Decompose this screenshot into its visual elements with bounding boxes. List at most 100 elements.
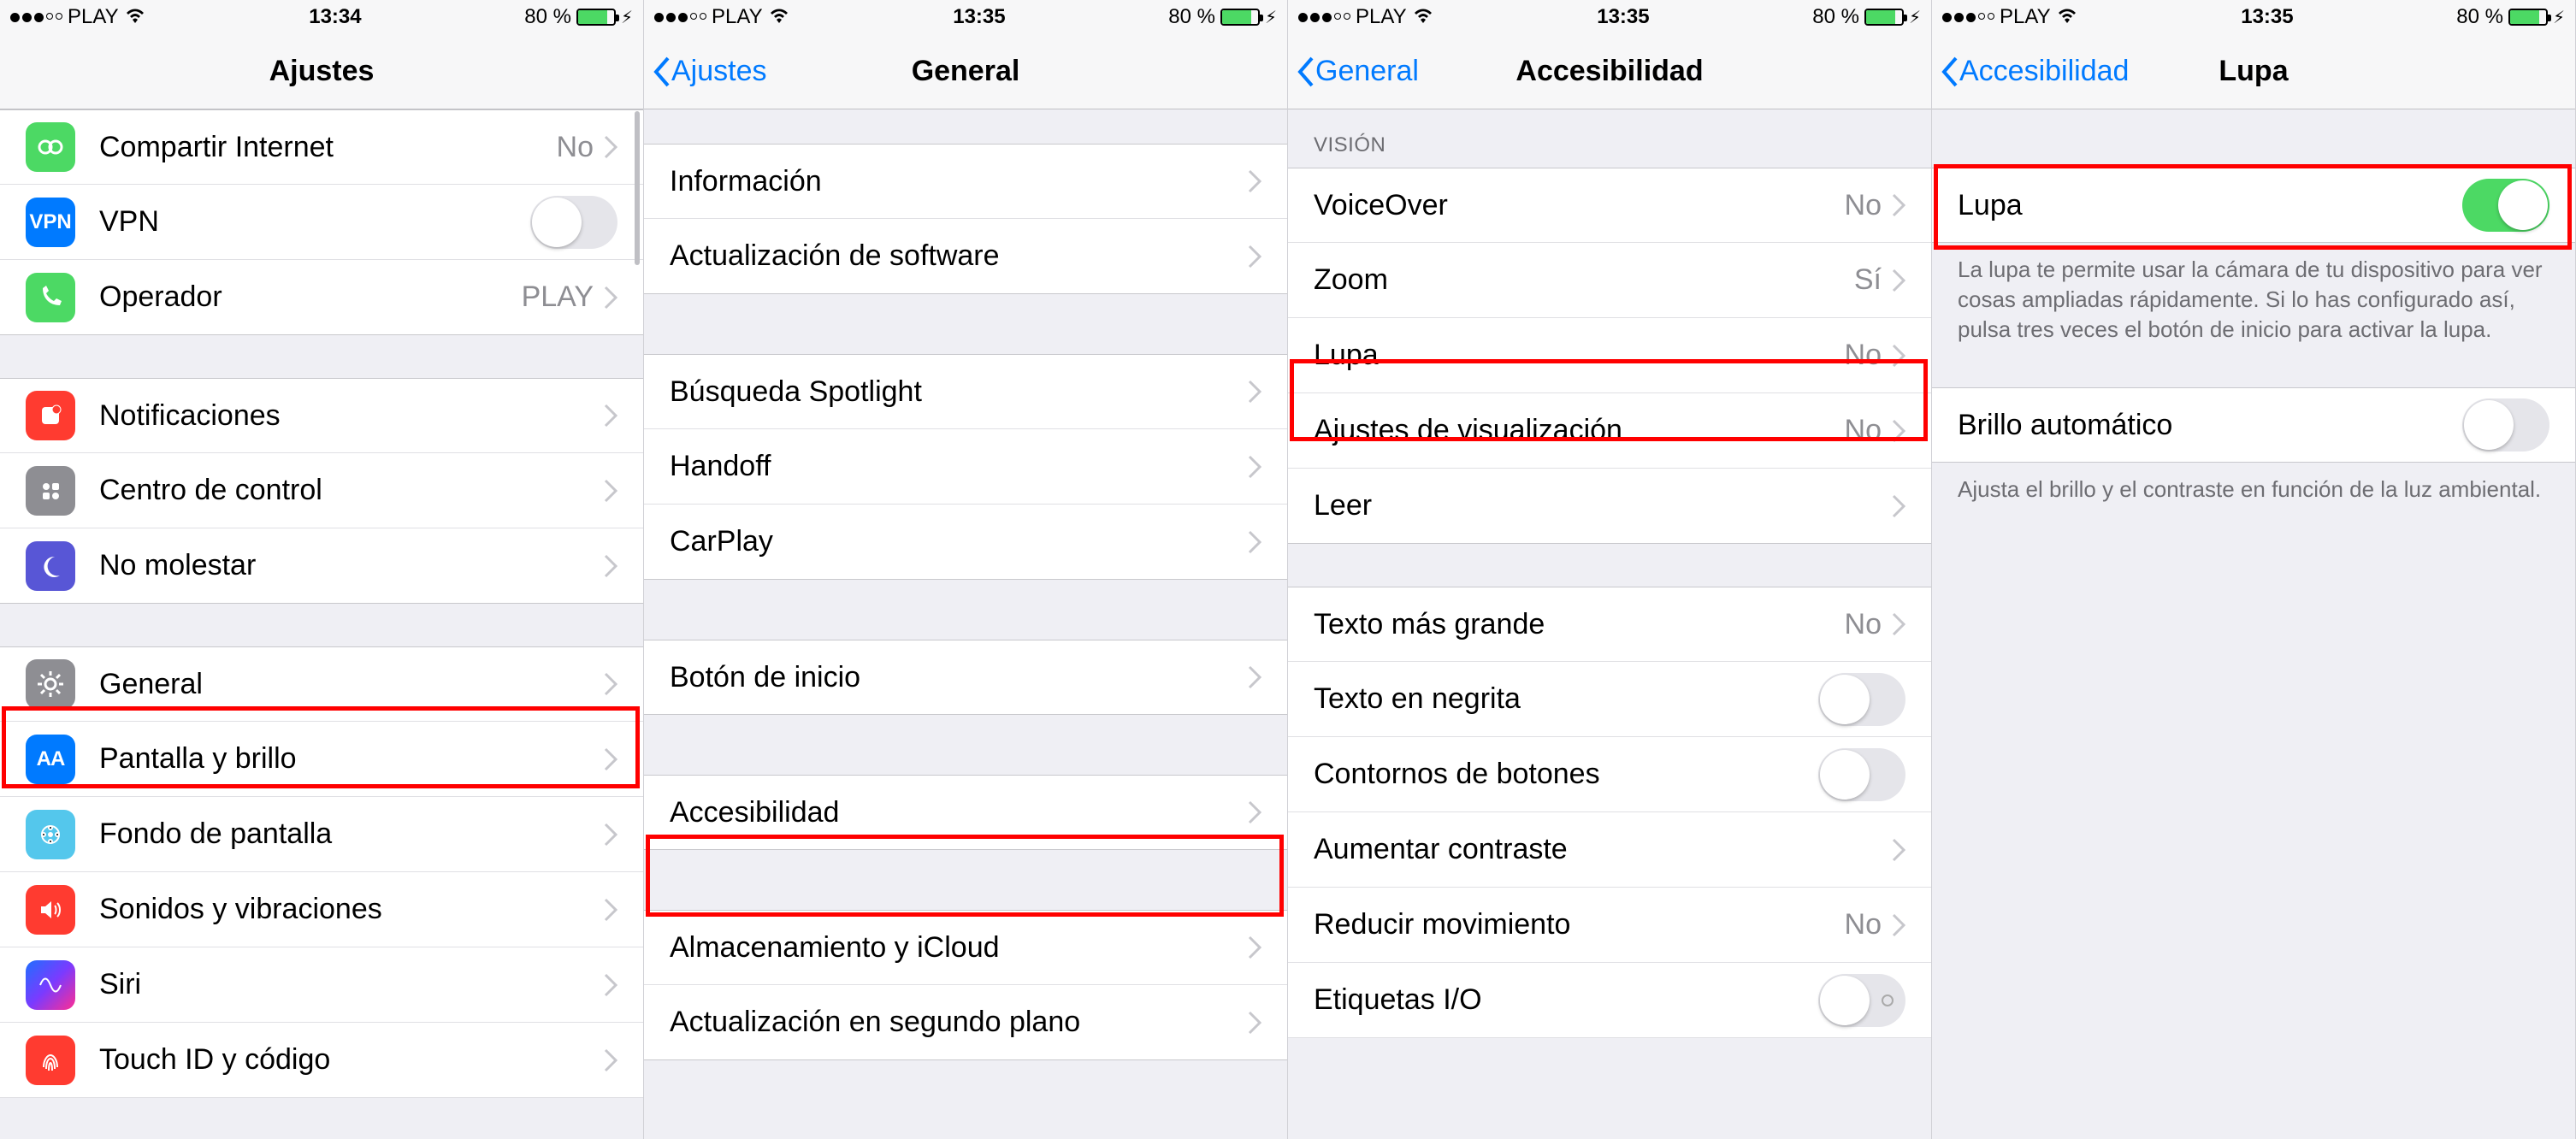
row-handoff[interactable]: Handoff (644, 429, 1287, 505)
row-sounds[interactable]: Sonidos y vibraciones (0, 872, 643, 947)
row-vpn[interactable]: VPN VPN (0, 185, 643, 260)
nav-bar: Ajustes (0, 34, 643, 109)
row-dnd[interactable]: No molestar (0, 528, 643, 604)
section-header-vision: VISIÓN (1288, 109, 1931, 168)
chevron-right-icon (604, 672, 617, 696)
chevron-right-icon (1892, 344, 1905, 368)
chevron-right-icon (1892, 838, 1905, 862)
magnifier-toggle[interactable] (2462, 179, 2549, 232)
row-increase-contrast[interactable]: Aumentar contraste (1288, 812, 1931, 888)
chevron-right-icon (604, 286, 617, 310)
row-auto-brightness[interactable]: Brillo automático (1932, 387, 2575, 463)
row-label: No molestar (99, 549, 256, 582)
row-background-refresh[interactable]: Actualización en segundo plano (644, 985, 1287, 1060)
chevron-right-icon (1248, 935, 1261, 959)
wallpaper-icon (26, 810, 75, 859)
nav-bar: Ajustes General (644, 34, 1287, 109)
row-label: Leer (1314, 489, 1372, 522)
row-general[interactable]: General (0, 646, 643, 722)
row-label: Ajustes de visualización (1314, 414, 1622, 447)
row-label: Siri (99, 968, 141, 1001)
nav-bar: Accesibilidad Lupa (1932, 34, 2575, 109)
row-larger-text[interactable]: Texto más grande No (1288, 587, 1931, 662)
row-reduce-motion[interactable]: Reducir movimiento No (1288, 888, 1931, 963)
charging-icon: ⚡︎ (1265, 7, 1277, 28)
hotspot-icon (26, 122, 75, 172)
chevron-right-icon (604, 554, 617, 578)
row-label: Texto más grande (1314, 608, 1545, 641)
phone-icon (26, 273, 75, 322)
row-on-off-labels[interactable]: Etiquetas I/O (1288, 963, 1931, 1038)
row-touch-id[interactable]: Touch ID y código (0, 1023, 643, 1098)
row-voiceover[interactable]: VoiceOver No (1288, 168, 1931, 243)
row-value: No (1845, 339, 1882, 372)
auto-brightness-toggle[interactable] (2462, 398, 2549, 451)
row-carrier[interactable]: Operador PLAY (0, 260, 643, 335)
status-bar: PLAY 13:35 80 % ⚡︎ (644, 0, 1287, 34)
row-speech[interactable]: Leer (1288, 469, 1931, 544)
row-label: Reducir movimiento (1314, 908, 1570, 941)
row-label: Lupa (1958, 189, 2023, 222)
battery-percent: 80 % (1812, 5, 1859, 29)
row-software-update[interactable]: Actualización de software (644, 219, 1287, 294)
chevron-left-icon (651, 55, 671, 89)
on-off-labels-toggle[interactable] (1818, 974, 1905, 1027)
row-carplay[interactable]: CarPlay (644, 505, 1287, 580)
settings-root-pane: PLAY 13:34 80 % ⚡︎ Ajustes Compartir Int… (0, 0, 644, 1139)
row-display[interactable]: AA Pantalla y brillo (0, 722, 643, 797)
row-bold-text[interactable]: Texto en negrita (1288, 662, 1931, 737)
row-value: PLAY (522, 280, 594, 314)
row-label: CarPlay (670, 525, 773, 558)
chevron-right-icon (1892, 193, 1905, 217)
magnifier-description: La lupa te permite usar la cámara de tu … (1932, 243, 2575, 353)
back-label: General (1315, 55, 1419, 88)
chevron-right-icon (1248, 665, 1261, 689)
row-home-button[interactable]: Botón de inicio (644, 640, 1287, 715)
notifications-icon (26, 391, 75, 440)
back-button[interactable]: Accesibilidad (1932, 55, 2129, 89)
chevron-right-icon (604, 135, 617, 159)
row-siri[interactable]: Siri (0, 947, 643, 1023)
chevron-right-icon (604, 973, 617, 997)
gear-icon (26, 659, 75, 709)
magnifier-pane: PLAY 13:35 80 % ⚡︎ Accesibilidad Lupa Lu… (1932, 0, 2576, 1139)
row-value: No (1845, 908, 1882, 941)
row-display-accommodations[interactable]: Ajustes de visualización No (1288, 393, 1931, 469)
row-button-shapes[interactable]: Contornos de botones (1288, 737, 1931, 812)
vpn-toggle[interactable] (530, 196, 617, 249)
row-wallpaper[interactable]: Fondo de pantalla (0, 797, 643, 872)
bold-text-toggle[interactable] (1818, 673, 1905, 726)
row-zoom[interactable]: Zoom Sí (1288, 243, 1931, 318)
scrollbar[interactable] (635, 111, 640, 265)
chevron-right-icon (604, 404, 617, 428)
row-personal-hotspot[interactable]: Compartir Internet No (0, 109, 643, 185)
chevron-right-icon (604, 898, 617, 922)
row-label: VoiceOver (1314, 189, 1448, 222)
row-accessibility[interactable]: Accesibilidad (644, 775, 1287, 850)
carrier-label: PLAY (68, 5, 119, 29)
back-button[interactable]: General (1288, 55, 1419, 89)
wifi-icon (768, 6, 790, 28)
general-pane: PLAY 13:35 80 % ⚡︎ Ajustes General Infor… (644, 0, 1288, 1139)
battery-percent: 80 % (1168, 5, 1215, 29)
back-label: Accesibilidad (1959, 55, 2129, 88)
chevron-right-icon (1892, 269, 1905, 292)
row-about[interactable]: Información (644, 144, 1287, 219)
vpn-icon: VPN (26, 198, 75, 247)
chevron-right-icon (604, 823, 617, 847)
row-magnifier-toggle[interactable]: Lupa (1932, 168, 2575, 243)
chevron-right-icon (1248, 245, 1261, 269)
row-label: Almacenamiento y iCloud (670, 931, 1000, 965)
row-spotlight[interactable]: Búsqueda Spotlight (644, 354, 1287, 429)
control-center-icon (26, 466, 75, 516)
carrier-label: PLAY (2000, 5, 2051, 29)
row-storage[interactable]: Almacenamiento y iCloud (644, 910, 1287, 985)
chevron-right-icon (1892, 419, 1905, 443)
row-magnifier[interactable]: Lupa No (1288, 318, 1931, 393)
back-button[interactable]: Ajustes (644, 55, 767, 89)
row-notifications[interactable]: Notificaciones (0, 378, 643, 453)
battery-percent: 80 % (2456, 5, 2503, 29)
row-label: Actualización de software (670, 239, 1000, 273)
row-control-center[interactable]: Centro de control (0, 453, 643, 528)
button-shapes-toggle[interactable] (1818, 748, 1905, 801)
